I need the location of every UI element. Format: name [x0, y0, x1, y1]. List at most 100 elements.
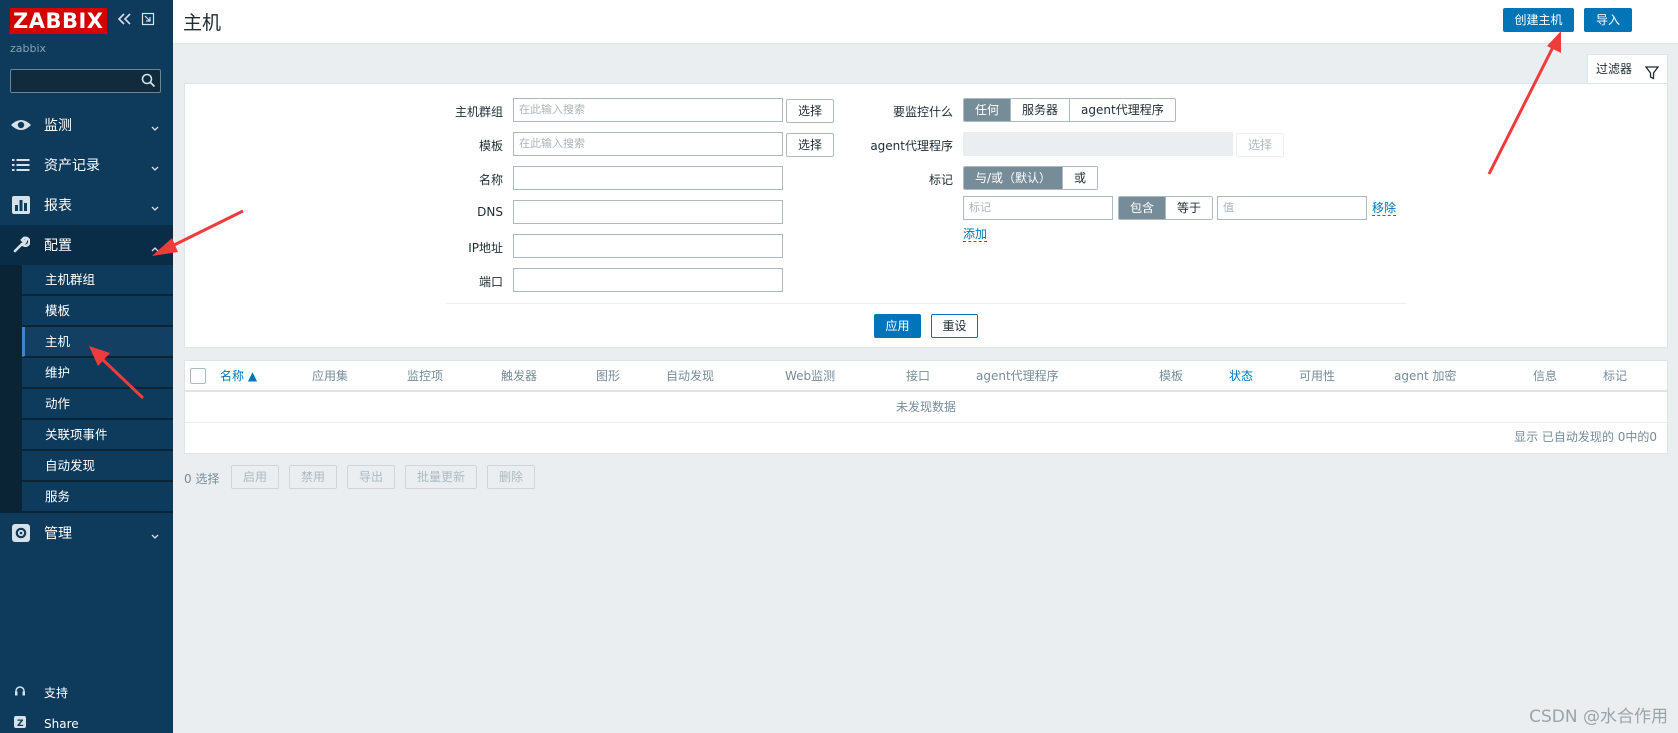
tag-mode-or[interactable]: 或: [1063, 167, 1098, 189]
column-header: 模板: [1159, 369, 1184, 383]
proxy-input: [963, 132, 1233, 156]
chevron-down-icon: [151, 120, 159, 136]
host-groups-select-button[interactable]: 选择: [786, 99, 834, 123]
page-header: 主机: [173, 0, 1678, 44]
submenu-discovery[interactable]: 自动发现: [22, 451, 173, 481]
submenu-services[interactable]: 服务: [22, 482, 173, 512]
gear-icon: [10, 522, 32, 544]
enable-button[interactable]: 启用: [231, 465, 279, 489]
chevron-up-icon: [151, 240, 159, 256]
filter-tab[interactable]: 过滤器: [1587, 54, 1668, 83]
submenu-templates[interactable]: 模板: [22, 296, 173, 326]
sidebar-item-reports[interactable]: 报表: [0, 185, 173, 225]
chevron-down-icon: [151, 160, 159, 176]
port-label: 端口: [478, 275, 503, 289]
chevron-down-icon: [151, 528, 159, 544]
zabbix-logo[interactable]: ZABBIX: [10, 8, 107, 34]
dns-input[interactable]: [513, 200, 783, 224]
submenu-maintenance[interactable]: 维护: [22, 358, 173, 388]
tag-add-link[interactable]: 添加: [963, 227, 988, 242]
sidebar-item-label: 管理: [44, 526, 72, 542]
page-title: 主机: [183, 12, 222, 34]
sidebar-item-label: 资产记录: [44, 158, 100, 174]
host-groups-input[interactable]: 在此输入搜索: [513, 98, 783, 122]
no-data-message: 未发现数据: [895, 400, 956, 414]
column-header: 标记: [1603, 369, 1628, 383]
wrench-icon: [10, 234, 32, 256]
sidebar-share-label: Share: [44, 716, 79, 731]
export-button[interactable]: 导出: [347, 465, 395, 489]
column-header: 自动发现: [666, 369, 715, 383]
sidebar-item-configuration[interactable]: 配置: [0, 225, 173, 265]
ip-input[interactable]: [513, 234, 783, 258]
column-header[interactable]: 名称 ▲: [220, 361, 257, 391]
chevron-down-icon: [151, 200, 159, 216]
hosts-table: 名称 ▲ 应用集 监控项 触发器 图形 自动发现 Web监测 接口 agent代…: [184, 360, 1668, 454]
monitored-by-any[interactable]: 任何: [964, 99, 1012, 121]
sidebar-share[interactable]: Z Share: [14, 716, 79, 731]
tag-op-contains[interactable]: 包含: [1119, 197, 1167, 219]
tag-mode-and-or[interactable]: 与/或（默认）: [964, 167, 1064, 189]
tag-remove-link[interactable]: 移除: [1372, 201, 1397, 216]
sidebar-item-monitoring[interactable]: 监测: [0, 105, 173, 145]
filter-panel: [184, 83, 1668, 348]
port-input[interactable]: [513, 268, 783, 292]
disable-button[interactable]: 禁用: [289, 465, 337, 489]
tag-name-input[interactable]: 标记: [963, 196, 1113, 220]
filter-divider: [446, 303, 1406, 304]
delete-button[interactable]: 删除: [487, 465, 535, 489]
column-header: 接口: [906, 369, 931, 383]
svg-text:Z: Z: [17, 719, 24, 728]
name-input[interactable]: [513, 166, 783, 190]
column-header: Web监测: [785, 369, 836, 383]
monitored-by-segment: 任何 服务器 agent代理程序: [963, 98, 1176, 122]
create-host-button[interactable]: 创建主机: [1503, 8, 1574, 32]
column-header: 监控项: [407, 369, 444, 383]
templates-label: 模板: [478, 139, 503, 153]
server-name: zabbix: [10, 42, 47, 55]
tag-value-input[interactable]: 值: [1217, 196, 1367, 220]
sidebar-item-inventory[interactable]: 资产记录: [0, 145, 173, 185]
apply-button[interactable]: 应用: [874, 314, 921, 338]
row-divider: [185, 422, 1667, 423]
selected-count: 0 选择: [184, 472, 220, 486]
monitored-by-label: 要监控什么: [892, 105, 953, 119]
mass-update-button[interactable]: 批量更新: [405, 465, 477, 489]
submenu-actions[interactable]: 动作: [22, 389, 173, 419]
column-header: agent 加密: [1394, 369, 1457, 383]
column-header: 触发器: [501, 369, 538, 383]
monitored-by-proxy[interactable]: agent代理程序: [1070, 99, 1175, 121]
search-icon[interactable]: [141, 73, 156, 91]
host-groups-label: 主机群组: [454, 105, 503, 119]
reset-button[interactable]: 重设: [931, 314, 978, 338]
submenu-event-correlation[interactable]: 关联项事件: [22, 420, 173, 450]
headset-icon: [14, 685, 26, 700]
share-icon: Z: [14, 716, 26, 731]
proxy-select-button: 选择: [1236, 133, 1284, 157]
select-all-checkbox[interactable]: [190, 368, 206, 384]
sidebar-support-label: 支持: [44, 686, 69, 700]
import-button[interactable]: 导入: [1584, 8, 1632, 32]
dns-label: DNS: [477, 205, 503, 219]
column-header: 信息: [1533, 369, 1558, 383]
tag-mode-segment: 与/或（默认） 或: [963, 166, 1099, 190]
configuration-submenu: 主机群组 模板 主机 维护 动作 关联项事件 自动发现 服务: [0, 265, 173, 513]
column-header[interactable]: 状态: [1229, 361, 1253, 391]
sidebar-search-input[interactable]: [10, 69, 161, 93]
sidebar: ZABBIX zabbix 监测 资产记录 报表 配置 主机群组 模板 主机 维…: [0, 0, 173, 733]
monitored-by-server[interactable]: 服务器: [1011, 99, 1071, 121]
list-icon: [10, 154, 32, 176]
templates-input[interactable]: 在此输入搜索: [513, 132, 783, 156]
sidebar-support[interactable]: 支持: [14, 684, 68, 701]
tag-op-equals[interactable]: 等于: [1166, 197, 1213, 219]
collapse-sidebar-icon[interactable]: [117, 12, 133, 30]
submenu-hosts[interactable]: 主机: [22, 327, 173, 357]
filter-tab-label: 过滤器: [1596, 62, 1633, 76]
bar-chart-icon: [10, 194, 32, 216]
submenu-host-groups[interactable]: 主机群组: [22, 265, 173, 295]
kiosk-mode-icon[interactable]: [141, 12, 155, 30]
sidebar-item-label: 监测: [44, 118, 72, 134]
templates-select-button[interactable]: 选择: [786, 133, 834, 157]
tag-operator-segment: 包含 等于: [1118, 196, 1214, 220]
sidebar-item-administration[interactable]: 管理: [0, 513, 173, 553]
